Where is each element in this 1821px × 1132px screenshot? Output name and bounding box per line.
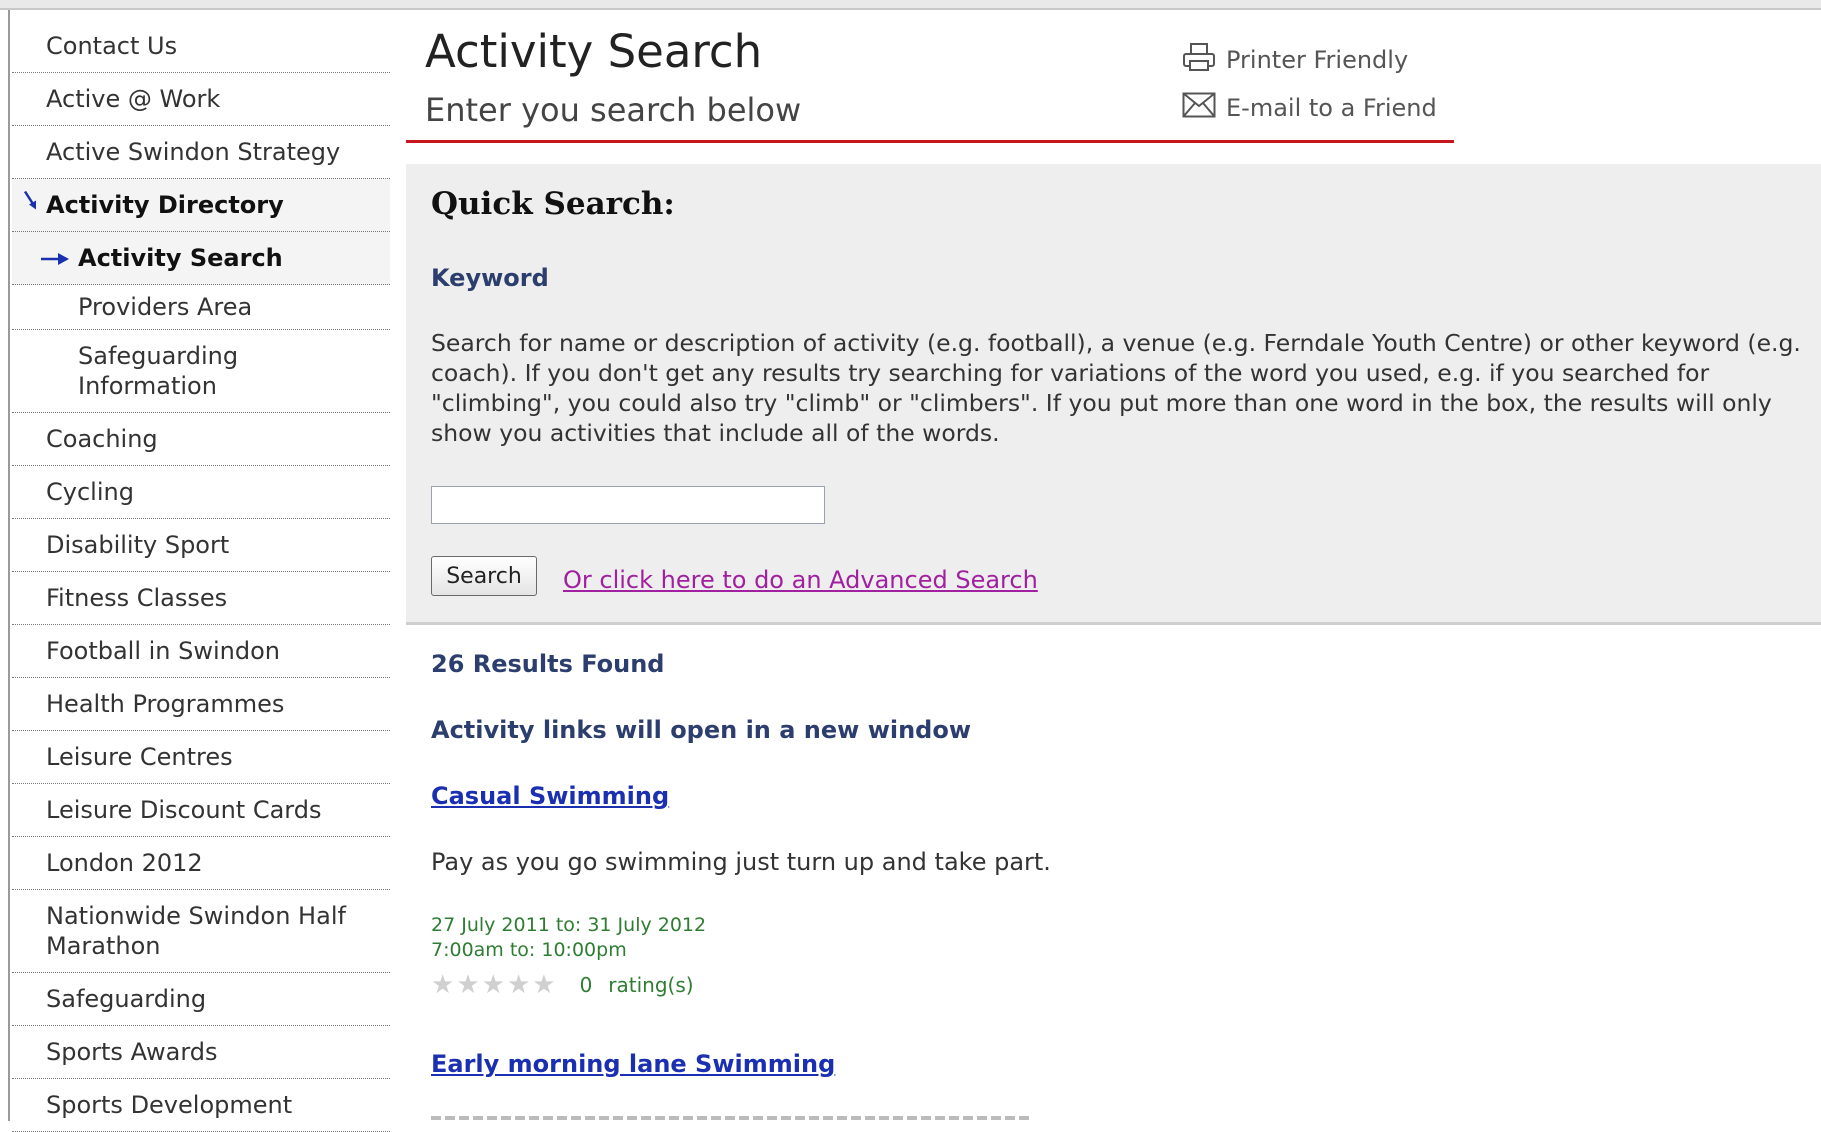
- result-schedule: 27 July 2011 to: 31 July 2012 7:00am to:…: [431, 913, 706, 963]
- printer-friendly-link[interactable]: Printer Friendly: [1182, 42, 1408, 78]
- rating-count: 0: [579, 973, 593, 997]
- sidebar-item-label: Active Swindon Strategy: [46, 138, 341, 166]
- sidebar-item-label: Safeguarding: [46, 985, 207, 1013]
- quick-search-heading: Quick Search:: [431, 186, 675, 222]
- sidebar-item-label: Active @ Work: [46, 85, 221, 113]
- email-friend-label: E-mail to a Friend: [1226, 94, 1437, 122]
- sidebar-item-label: Nationwide Swindon Half Marathon: [46, 902, 346, 960]
- sidebar-item-activity-search[interactable]: Activity Search: [12, 232, 390, 285]
- sidebar-item-label: Disability Sport: [46, 531, 230, 559]
- advanced-search-link[interactable]: Or click here to do an Advanced Search: [563, 566, 1038, 594]
- sidebar-item-disability-sport[interactable]: Disability Sport: [12, 519, 390, 572]
- sidebar-item-sports-awards[interactable]: Sports Awards: [12, 1026, 390, 1079]
- sidebar-item-label: Football in Swindon: [46, 637, 281, 665]
- sidebar-item-label: Safeguarding Information: [78, 342, 239, 400]
- sidebar-item-providers-area[interactable]: Providers Area: [12, 285, 390, 330]
- sidebar-item-sports-development[interactable]: Sports Development: [12, 1079, 390, 1132]
- sidebar-item-active-at-work[interactable]: Active @ Work: [12, 73, 390, 126]
- sidebar-item-label: Providers Area: [78, 293, 253, 321]
- sidebar-item-label: Cycling: [46, 478, 134, 506]
- email-friend-link[interactable]: E-mail to a Friend: [1182, 92, 1437, 124]
- search-help-text: Search for name or description of activi…: [431, 329, 1801, 447]
- result-title-link[interactable]: Casual Swimming: [431, 782, 669, 810]
- keyword-label: Keyword: [431, 264, 549, 292]
- results-count: 26 Results Found: [431, 650, 665, 678]
- sidebar-item-label: Activity Search: [78, 244, 283, 272]
- quick-search-panel: Quick Search: Keyword Search for name or…: [406, 164, 1821, 625]
- sidebar-item-label: Coaching: [46, 425, 158, 453]
- sidebar-item-health-programmes[interactable]: Health Programmes: [12, 678, 390, 731]
- sidebar-item-cycling[interactable]: Cycling: [12, 466, 390, 519]
- sidebar-item-safeguarding[interactable]: Safeguarding: [12, 973, 390, 1026]
- sidebar-item-fitness-classes[interactable]: Fitness Classes: [12, 572, 390, 625]
- sidebar-item-activity-directory[interactable]: Activity Directory: [12, 179, 390, 232]
- sidebar-item-half-marathon[interactable]: Nationwide Swindon Half Marathon: [12, 890, 390, 973]
- page-subtitle: Enter you search below: [425, 91, 802, 129]
- star-icon[interactable]: ★: [431, 972, 454, 998]
- sidebar-item-safeguarding-information[interactable]: Safeguarding Information: [12, 330, 390, 413]
- sidebar-item-label: Sports Awards: [46, 1038, 218, 1066]
- sidebar-item-label: Activity Directory: [46, 191, 284, 219]
- top-border: [0, 0, 1821, 10]
- result-description: Pay as you go swimming just turn up and …: [431, 848, 1051, 876]
- page-title: Activity Search: [425, 25, 763, 78]
- sidebar-item-london-2012[interactable]: London 2012: [12, 837, 390, 890]
- sidebar-nav: Contact Us Active @ Work Active Swindon …: [12, 20, 390, 1132]
- result-rating: ★ ★ ★ ★ ★ 0 rating(s): [431, 972, 694, 998]
- sidebar-item-label: Sports Development: [46, 1091, 293, 1119]
- search-button[interactable]: Search: [431, 556, 537, 596]
- envelope-icon: [1182, 92, 1226, 124]
- left-border: [8, 10, 10, 1121]
- star-icon[interactable]: ★: [482, 972, 505, 998]
- star-icon[interactable]: ★: [532, 972, 555, 998]
- result-times: 7:00am to: 10:00pm: [431, 939, 627, 961]
- sidebar-item-label: Fitness Classes: [46, 584, 228, 612]
- sidebar-item-leisure-discount-cards[interactable]: Leisure Discount Cards: [12, 784, 390, 837]
- sidebar-item-label: Leisure Centres: [46, 743, 233, 771]
- arrow-right-icon: [40, 243, 70, 273]
- sidebar-item-label: London 2012: [46, 849, 203, 877]
- star-icon[interactable]: ★: [507, 972, 530, 998]
- star-rating[interactable]: ★ ★ ★ ★ ★: [431, 972, 558, 998]
- sidebar-item-leisure-centres[interactable]: Leisure Centres: [12, 731, 390, 784]
- result-dates: 27 July 2011 to: 31 July 2012: [431, 914, 707, 936]
- result-title-link[interactable]: Early morning lane Swimming: [431, 1050, 835, 1078]
- sidebar-item-label: Leisure Discount Cards: [46, 796, 322, 824]
- header-divider: [406, 140, 1454, 143]
- printer-friendly-label: Printer Friendly: [1226, 46, 1409, 74]
- printer-icon: [1182, 42, 1226, 78]
- sidebar-item-football-in-swindon[interactable]: Football in Swindon: [12, 625, 390, 678]
- sidebar-item-label: Contact Us: [46, 32, 178, 60]
- rating-label: rating(s): [608, 973, 694, 997]
- sidebar-item-contact-us[interactable]: Contact Us: [12, 20, 390, 73]
- sidebar-item-active-swindon-strategy[interactable]: Active Swindon Strategy: [12, 126, 390, 179]
- star-icon[interactable]: ★: [456, 972, 479, 998]
- new-window-note: Activity links will open in a new window: [431, 716, 972, 744]
- sidebar-item-coaching[interactable]: Coaching: [12, 413, 390, 466]
- sidebar-item-label: Health Programmes: [46, 690, 285, 718]
- arrow-down-right-icon: [22, 190, 40, 221]
- keyword-search-input[interactable]: [431, 486, 825, 524]
- result-description-cut-off: [431, 1106, 1031, 1121]
